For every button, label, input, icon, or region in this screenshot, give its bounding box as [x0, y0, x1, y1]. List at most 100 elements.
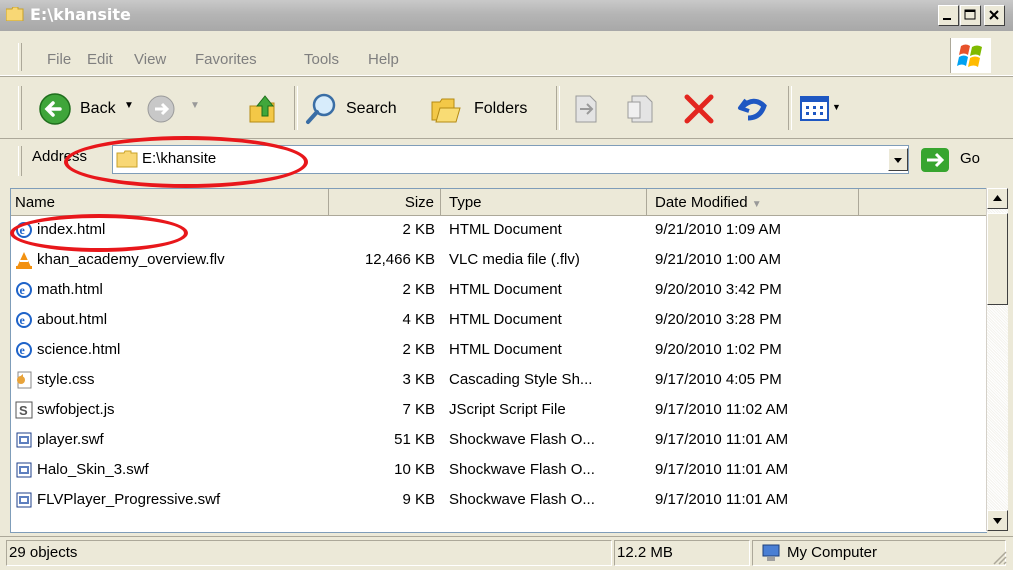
views-dropdown-icon[interactable]: ▼ — [832, 102, 841, 112]
file-name[interactable]: swfobject.js — [37, 401, 115, 418]
back-button[interactable]: Back — [80, 100, 116, 118]
file-date: 9/21/2010 1:00 AM — [655, 251, 781, 268]
ie-icon: e — [15, 311, 33, 329]
menu-grip[interactable] — [18, 43, 22, 71]
minimize-button[interactable] — [938, 5, 959, 26]
title-bar[interactable]: E:\khansite — [0, 0, 1013, 31]
svg-text:e: e — [20, 223, 26, 237]
go-arrow-icon[interactable] — [920, 147, 950, 173]
scroll-up-button[interactable] — [987, 188, 1008, 209]
address-input[interactable] — [112, 145, 909, 174]
file-size: 51 KB — [394, 431, 435, 448]
ie-icon: e — [15, 221, 33, 239]
window-title: E:\khansite — [30, 5, 131, 24]
resize-grip-icon[interactable] — [990, 548, 1008, 566]
menu-help[interactable]: Help — [368, 51, 399, 68]
file-type: Shockwave Flash O... — [449, 491, 595, 508]
file-name[interactable]: style.css — [37, 371, 95, 388]
undo-icon[interactable] — [736, 92, 770, 126]
scroll-down-button[interactable] — [987, 510, 1008, 531]
chevron-up-icon — [993, 195, 1002, 201]
address-dropdown-button[interactable] — [888, 148, 908, 171]
file-type: HTML Document — [449, 341, 562, 358]
back-dropdown-icon[interactable]: ▼ — [124, 100, 134, 111]
table-row[interactable]: Halo_Skin_3.swf 10 KB Shockwave Flash O...… — [11, 456, 987, 486]
address-grip[interactable] — [18, 146, 22, 176]
file-size: 4 KB — [402, 311, 435, 328]
file-name[interactable]: about.html — [37, 311, 107, 328]
file-type: HTML Document — [449, 311, 562, 328]
menu-favorites[interactable]: Favorites — [195, 51, 257, 68]
move-to-icon[interactable] — [570, 92, 604, 126]
file-name[interactable]: science.html — [37, 341, 120, 358]
chevron-down-icon — [993, 518, 1002, 524]
menu-edit[interactable]: Edit — [87, 51, 113, 68]
column-header-date[interactable]: Date Modified ▼ — [647, 189, 859, 216]
search-button[interactable]: Search — [346, 100, 397, 118]
file-name[interactable]: FLVPlayer_Progressive.swf — [37, 491, 220, 508]
file-name[interactable]: khan_academy_overview.flv — [37, 251, 225, 268]
file-type: Shockwave Flash O... — [449, 431, 595, 448]
file-type: VLC media file (.flv) — [449, 251, 580, 268]
table-row[interactable]: Sswfobject.js 7 KB JScript Script File 9/17… — [11, 396, 987, 426]
address-value[interactable]: E:\khansite — [142, 150, 216, 167]
file-date: 9/17/2010 11:01 AM — [655, 461, 789, 478]
column-header-empty — [859, 189, 987, 216]
views-icon[interactable] — [800, 96, 830, 122]
file-type: Shockwave Flash O... — [449, 461, 595, 478]
minimize-icon — [943, 18, 951, 20]
vertical-scrollbar[interactable] — [986, 188, 1008, 531]
delete-icon[interactable] — [682, 92, 716, 126]
table-row[interactable]: khan_academy_overview.flv 12,466 KB VLC me… — [11, 246, 987, 276]
css-icon — [15, 371, 33, 389]
file-date: 9/20/2010 1:02 PM — [655, 341, 782, 358]
search-icon[interactable] — [304, 92, 338, 126]
toolbar-grip[interactable] — [18, 86, 22, 130]
up-folder-icon[interactable] — [246, 92, 280, 126]
file-name[interactable]: math.html — [37, 281, 103, 298]
file-name[interactable]: index.html — [37, 221, 105, 238]
menu-file[interactable]: File — [47, 51, 71, 68]
file-date: 9/17/2010 11:01 AM — [655, 431, 789, 448]
file-date: 9/17/2010 4:05 PM — [655, 371, 782, 388]
copy-to-icon[interactable] — [624, 92, 658, 126]
go-button[interactable]: Go — [960, 150, 980, 167]
column-header-name[interactable]: Name — [11, 189, 329, 216]
folder-icon — [116, 150, 138, 168]
file-name[interactable]: player.swf — [37, 431, 104, 448]
status-object-count: 29 objects — [6, 540, 612, 566]
vlc-icon — [15, 251, 33, 269]
my-computer-icon — [762, 544, 780, 561]
scroll-thumb[interactable] — [987, 213, 1008, 305]
table-row[interactable]: style.css 3 KB Cascading Style Sh... 9/17/2… — [11, 366, 987, 396]
close-button[interactable] — [984, 5, 1005, 26]
toolbar-separator — [788, 86, 792, 130]
menu-view[interactable]: View — [134, 51, 166, 68]
folders-button[interactable]: Folders — [474, 100, 527, 118]
script-icon: S — [15, 401, 33, 419]
menu-tools[interactable]: Tools — [304, 51, 339, 68]
back-arrow-icon[interactable] — [38, 92, 72, 126]
file-list[interactable]: Name Size Type Date Modified ▼ e index.ht… — [10, 188, 987, 533]
column-header-size[interactable]: Size — [329, 189, 441, 216]
column-header-type[interactable]: Type — [441, 189, 647, 216]
file-date: 9/20/2010 3:42 PM — [655, 281, 782, 298]
swf-icon — [15, 461, 33, 479]
file-type: Cascading Style Sh... — [449, 371, 593, 388]
folders-icon[interactable] — [430, 94, 464, 124]
maximize-button[interactable] — [960, 5, 981, 26]
table-row[interactable]: FLVPlayer_Progressive.swf 9 KB Shockwave F… — [11, 486, 987, 516]
forward-dropdown-icon[interactable]: ▼ — [190, 100, 200, 111]
svg-text:e: e — [20, 283, 26, 297]
file-date: 9/20/2010 3:28 PM — [655, 311, 782, 328]
file-size: 3 KB — [402, 371, 435, 388]
ie-icon: e — [15, 281, 33, 299]
table-row[interactable]: e math.html 2 KB HTML Document 9/20/2010 3:4… — [11, 276, 987, 306]
forward-arrow-icon[interactable] — [146, 94, 176, 124]
table-row[interactable]: e index.html 2 KB HTML Document 9/21/2010 1:… — [11, 216, 987, 246]
file-name[interactable]: Halo_Skin_3.swf — [37, 461, 149, 478]
table-row[interactable]: e about.html 4 KB HTML Document 9/20/2010 3:… — [11, 306, 987, 336]
status-size-text: 12.2 MB — [617, 544, 673, 561]
table-row[interactable]: player.swf 51 KB Shockwave Flash O... 9/17/… — [11, 426, 987, 456]
table-row[interactable]: e science.html 2 KB HTML Document 9/20/2010 … — [11, 336, 987, 366]
